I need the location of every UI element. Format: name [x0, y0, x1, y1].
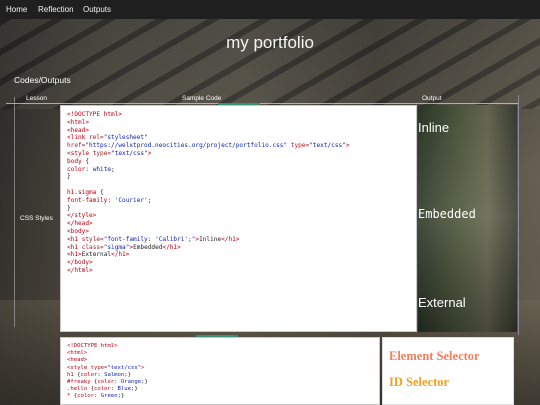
code-line: <!DOCTYPE html>: [67, 343, 118, 349]
nav-reflection-link[interactable]: Reflection: [38, 5, 74, 14]
code-line: <!DOCTYPE html>: [67, 111, 123, 118]
code-line: </html>: [67, 266, 93, 274]
selector-code-block: <!DOCTYPE html> <html> <head> <style typ…: [67, 343, 373, 401]
sample-code-panel[interactable]: <!DOCTYPE html> <html> <head> <link rel=…: [60, 105, 417, 332]
section-heading: Codes/Outputs: [14, 75, 71, 85]
selector-output-panel: Element Selector ID Selector: [382, 337, 514, 405]
code-line: color: white;: [67, 165, 115, 173]
code-line: <h1 class="sigma">Embedded</h1>: [67, 243, 181, 251]
code-line: <head>: [67, 126, 90, 134]
code-line: <html>: [67, 350, 88, 357]
output-embedded-heading: Embedded: [418, 207, 476, 221]
code-line: </head>: [67, 220, 93, 228]
sample-code-block: <!DOCTYPE html> <html> <head> <link rel=…: [67, 111, 410, 275]
code-line: <style type="text/css">: [67, 149, 152, 157]
code-line: * {color: Green;}: [67, 393, 125, 400]
column-header-lesson: Lesson: [26, 95, 47, 102]
code-line: h1 {color: Salmon;}: [67, 371, 132, 378]
code-line: }: [67, 173, 71, 181]
code-line: <style type="text/css">: [67, 364, 145, 371]
selector-code-panel[interactable]: <!DOCTYPE html> <html> <head> <style typ…: [60, 337, 380, 405]
output-external-heading: External: [418, 295, 466, 310]
column-header-sample-code: Sample Code: [182, 95, 222, 102]
table-right-border: [518, 95, 519, 335]
code-line: <html>: [67, 118, 90, 126]
nav-home-link[interactable]: Home: [6, 5, 27, 14]
code-line: </body>: [67, 259, 93, 267]
code-line: <h1>External</h1>: [67, 251, 130, 259]
code-line: body {: [67, 157, 90, 165]
code-line: href="https://welxtprod.neocities.org/pr…: [67, 142, 350, 150]
code-line: h1.sigma {: [67, 188, 104, 196]
code-line: <h1 style="font-family: 'Calibri';">Inli…: [67, 235, 240, 243]
row-lesson-label: CSS Styles: [20, 215, 53, 222]
code-line: }: [67, 204, 71, 212]
table-left-border: [14, 97, 15, 327]
output-inline-heading: Inline: [418, 120, 450, 135]
output-element-selector: Element Selector: [389, 349, 480, 363]
output-panel: Inline Embedded External: [418, 105, 517, 332]
code-line: <body>: [67, 227, 90, 235]
code-line: <link rel="stylesheet": [67, 134, 148, 142]
nav-outputs-link[interactable]: Outputs: [83, 5, 111, 14]
top-navbar: Home Reflection Outputs: [0, 0, 540, 19]
header-divider: [6, 103, 518, 104]
column-header-output: Output: [422, 95, 442, 102]
code-line: .hello {color: Blue;}: [67, 386, 138, 393]
code-line: </style>: [67, 212, 97, 220]
page-title: my portfolio: [226, 33, 314, 52]
code-line: #freaky {color: Orange;}: [67, 379, 148, 386]
code-line: font-family: 'Courier';: [67, 196, 152, 204]
output-id-selector: ID Selector: [389, 375, 450, 389]
code-line: <head>: [67, 357, 88, 364]
